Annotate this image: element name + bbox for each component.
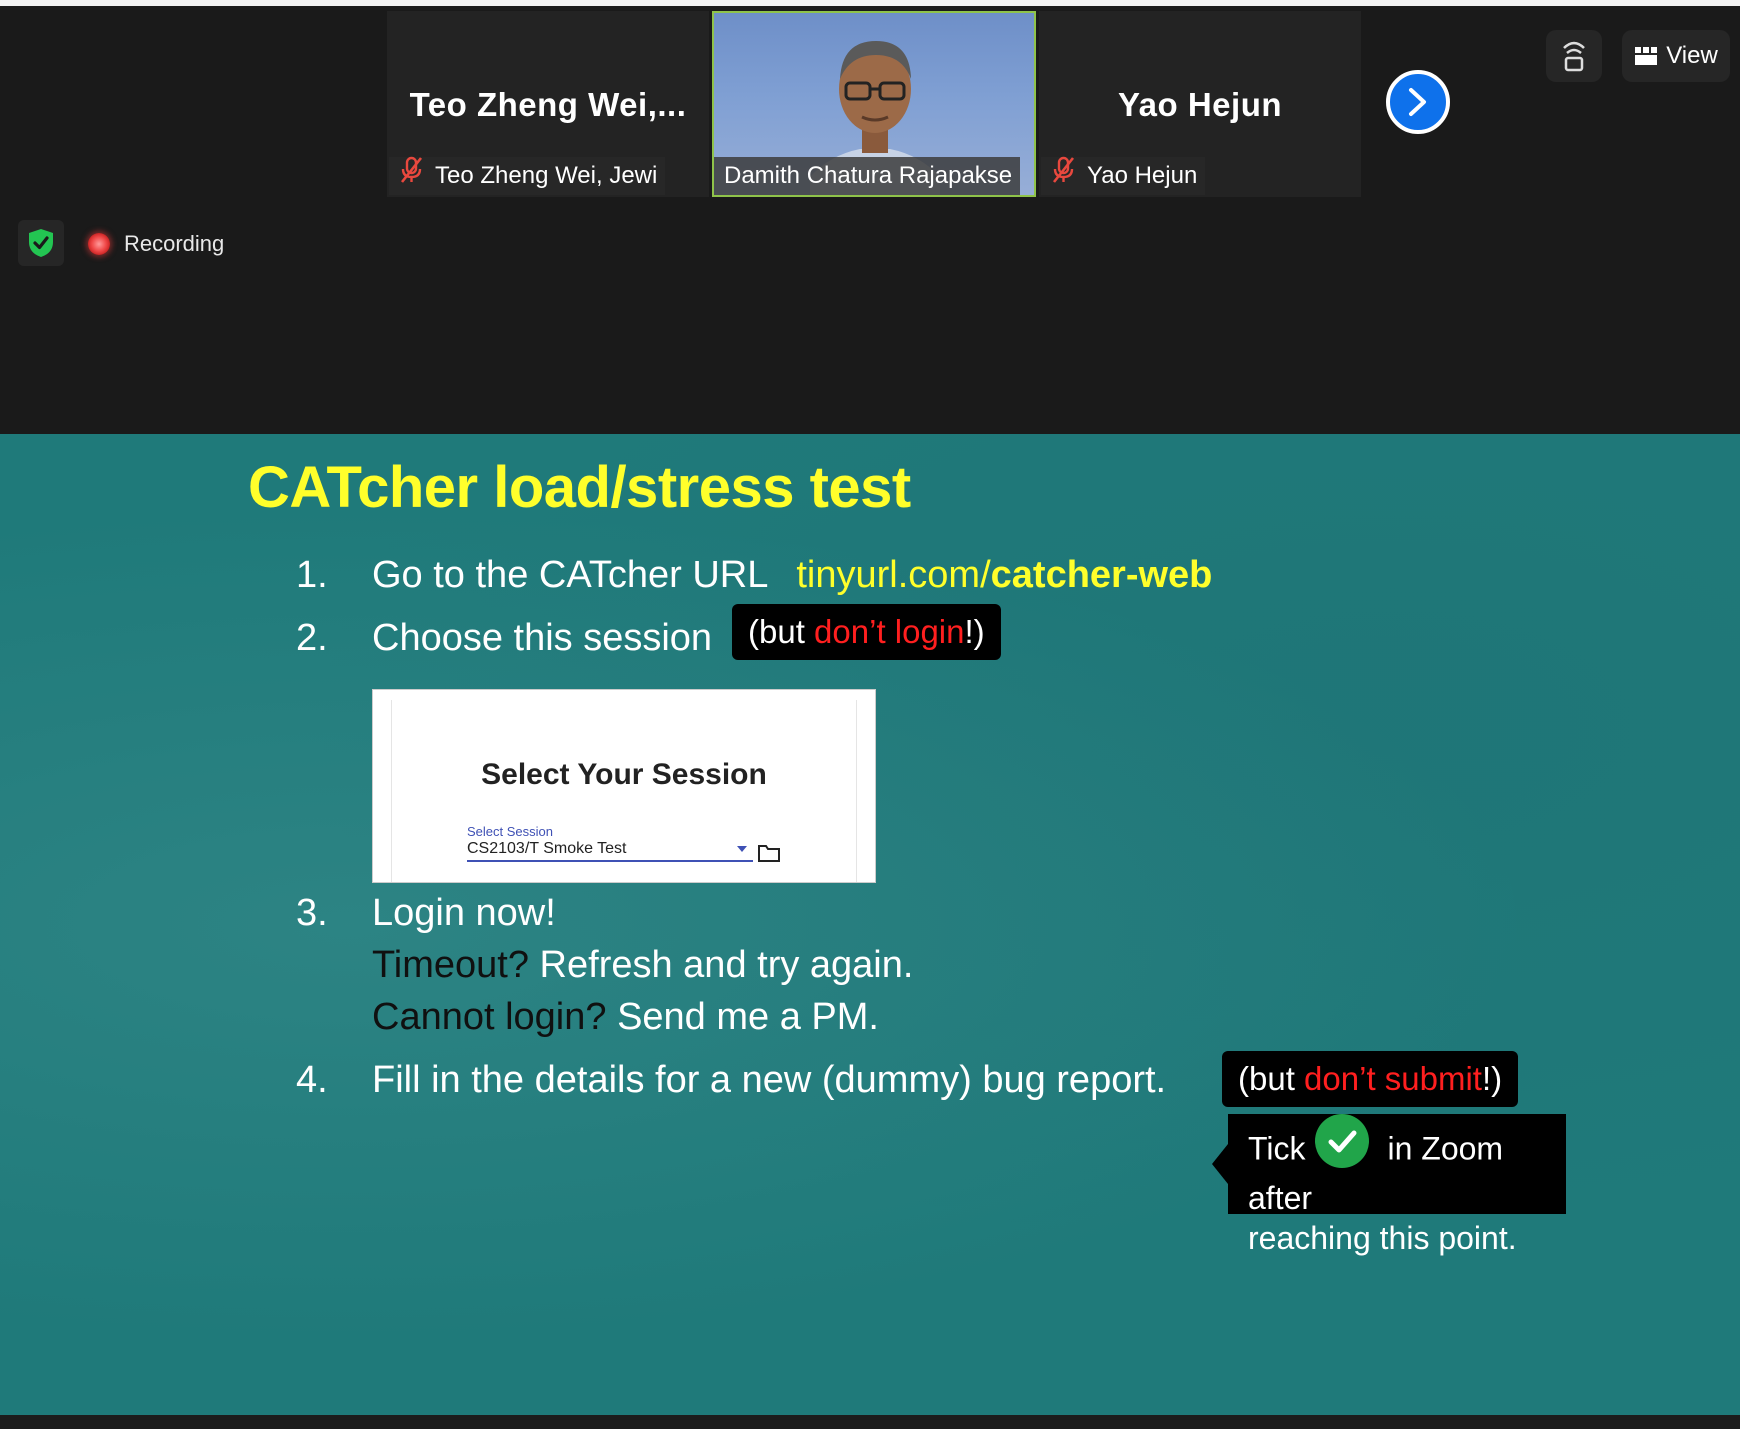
- chevron-right-icon: [1409, 88, 1426, 116]
- step-3: 3. Login now!: [296, 892, 556, 935]
- session-field-value: CS2103/T Smoke Test: [467, 840, 753, 862]
- callout-close: !): [1481, 1060, 1503, 1097]
- tick-in-zoom-note: Tick in Zoom after reaching this point.: [1212, 1114, 1566, 1256]
- catcher-url: tinyurl.com/catcher-web: [796, 554, 1212, 596]
- tick-note-before: Tick: [1248, 1130, 1306, 1167]
- security-button[interactable]: [18, 220, 64, 266]
- participant-tile-active-speaker[interactable]: Damith Chatura Rajapakse: [712, 11, 1036, 197]
- participant-tile-3[interactable]: Yao Hejun Yao Hejun: [1039, 11, 1361, 197]
- participant-big-name: Teo Zheng Wei,...: [409, 86, 687, 123]
- dropdown-caret-icon: [737, 846, 747, 852]
- participant-name-tag: Damith Chatura Rajapakse: [714, 157, 1021, 195]
- tick-note-line2: reaching this point.: [1248, 1220, 1517, 1256]
- shield-check-icon: [29, 229, 53, 257]
- participant-tile-1[interactable]: Teo Zheng Wei,... Teo Zheng Wei, Jewi: [387, 11, 709, 197]
- muted-mic-icon: [1051, 156, 1077, 196]
- callout-open: (but: [748, 613, 815, 650]
- callout-open: (but: [1238, 1060, 1305, 1097]
- recording-dot-icon: [88, 233, 110, 255]
- immersive-toggle-button[interactable]: [1546, 30, 1602, 82]
- callout-red-text: don’t submit: [1304, 1060, 1482, 1097]
- step-text: Go to the CATcher URL: [372, 554, 769, 596]
- callout-close: !): [964, 613, 985, 650]
- step-number: 4.: [296, 1059, 328, 1101]
- folder-icon: [758, 845, 780, 862]
- step-3-timeout-line: Timeout? Refresh and try again.: [372, 944, 913, 987]
- muted-mic-icon: [399, 156, 425, 196]
- view-label: View: [1666, 42, 1718, 69]
- url-prefix: tinyurl.com/: [796, 554, 991, 596]
- participant-name-tag: Yao Hejun: [1041, 156, 1206, 196]
- select-session-screenshot: Select Your Session Select Session CS210…: [372, 689, 876, 883]
- participant-tag-label: Damith Chatura Rajapakse: [724, 162, 1013, 189]
- recording-label: Recording: [124, 231, 225, 256]
- grid-view-icon: [1635, 47, 1658, 65]
- url-bold: catcher-web: [990, 554, 1213, 596]
- green-check-icon: [1315, 1114, 1370, 1168]
- step-4: 4. Fill in the details for a new (dummy) …: [296, 1059, 1166, 1102]
- slide-title: CATcher load/stress test: [248, 455, 911, 520]
- session-field-label: Select Session: [467, 824, 553, 839]
- step-number: 2.: [296, 617, 328, 659]
- step-text: Fill in the details for a new (dummy) bu…: [372, 1059, 1167, 1101]
- callout-red-text: don’t login: [814, 613, 965, 650]
- rotate-lock-icon: [1563, 41, 1585, 72]
- dont-submit-callout: (but don’t submit!): [1222, 1051, 1519, 1107]
- session-value-text: CS2103/T Smoke Test: [467, 840, 627, 857]
- participant-name-tag: Teo Zheng Wei, Jewi: [389, 156, 666, 196]
- step-text: Login now!: [372, 892, 556, 934]
- dark-text: Cannot login?: [372, 996, 607, 1038]
- dont-login-callout: (but don’t login!): [732, 604, 1001, 660]
- step-3-cannot-login-line: Cannot login? Send me a PM.: [372, 996, 879, 1039]
- session-card-title: Select Your Session: [481, 758, 767, 791]
- rest-text: Send me a PM.: [606, 996, 879, 1038]
- step-number: 3.: [296, 892, 328, 934]
- participant-big-name: Yao Hejun: [1117, 86, 1283, 123]
- window-bottom-border: [0, 1415, 1740, 1429]
- next-page-button[interactable]: [1386, 70, 1450, 134]
- recording-indicator[interactable]: Recording: [88, 226, 224, 262]
- step-text: Choose this session: [372, 617, 713, 659]
- participant-tag-label: Teo Zheng Wei, Jewi: [435, 162, 658, 189]
- dark-text: Timeout?: [372, 944, 529, 986]
- step-number: 1.: [296, 554, 328, 596]
- step-2: 2. Choose this session: [296, 617, 712, 660]
- participant-tag-label: Yao Hejun: [1087, 162, 1198, 189]
- rest-text: Refresh and try again.: [529, 944, 914, 986]
- view-menu-button[interactable]: View: [1622, 30, 1730, 82]
- zoom-participant-strip: Teo Zheng Wei,... Teo Zheng Wei, Jewi Da…: [0, 6, 1740, 434]
- shared-screen-slide: CATcher load/stress test 1. Go to the CAT…: [0, 434, 1740, 1415]
- step-1: 1. Go to the CATcher URL tinyurl.com/catch…: [296, 554, 1212, 597]
